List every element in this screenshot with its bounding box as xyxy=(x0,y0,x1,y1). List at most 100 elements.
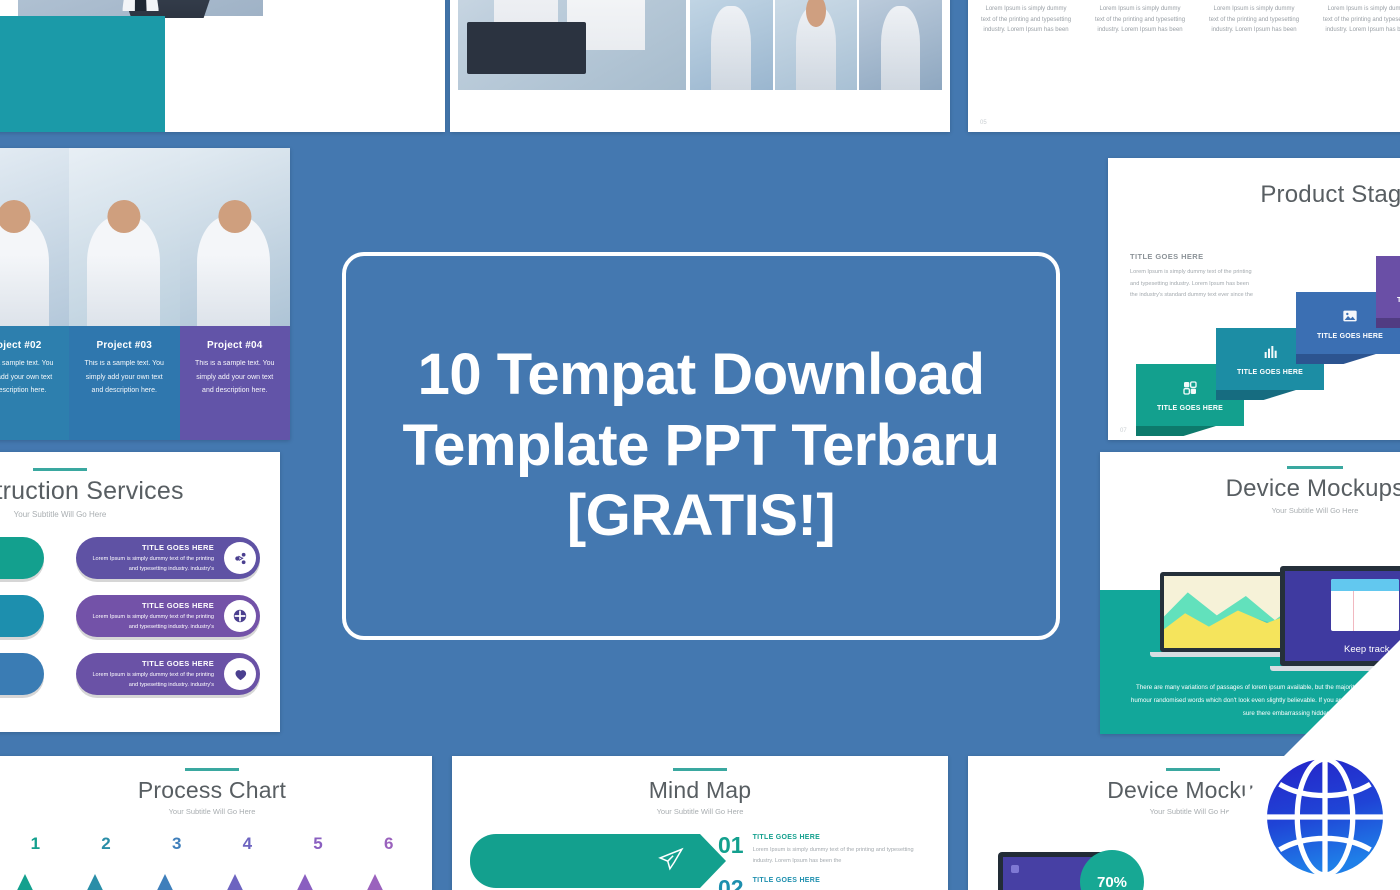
steps-page-number: 05 xyxy=(980,120,987,126)
slide-business-person xyxy=(0,0,445,132)
bar-chart-icon xyxy=(1262,344,1278,360)
process-number-4: 4 xyxy=(242,834,253,853)
process-number-6: 6 xyxy=(383,834,394,853)
share-nodes-icon xyxy=(224,542,256,574)
service-item-right-1: TITLE GOES HERE Lorem Ipsum is simply du… xyxy=(76,537,260,579)
mindmap-item-title-1: TITLE GOES HERE xyxy=(752,834,821,841)
project-photo-4 xyxy=(179,148,290,326)
stage-step-label-3: TITLE GOES HERE xyxy=(1316,333,1383,340)
process-triangle-2 xyxy=(54,874,136,890)
services-columns: TITLE GOES HERE Lorem Ipsum is simply du… xyxy=(0,537,266,695)
project-title-3: Project #03 xyxy=(96,340,153,351)
service-item-left-2: TITLE GOES HERE Lorem Ipsum is simply du… xyxy=(0,595,44,637)
stage-page-number: 07 xyxy=(1120,428,1127,434)
stage-blurb-title: TITLE GOES HERE xyxy=(1130,252,1204,261)
process-number-1: 1 xyxy=(30,834,41,853)
step-item-1: STEP 01 TITLE GOES HERE Lorem Ipsum is s… xyxy=(978,0,1074,36)
slide-concepts: Concept #01 Concept #01 Concept #03 xyxy=(450,0,950,132)
service-item-right-2: TITLE GOES HERE Lorem Ipsum is simply du… xyxy=(76,595,260,637)
project-photo-3 xyxy=(69,148,180,326)
mindmap-items: 01 TITLE GOES HERE Lorem Ipsum is simply… xyxy=(718,834,930,890)
service-title-left-2: TITLE GOES HERE xyxy=(0,601,4,610)
slide-product-stage: Product Stage Diagram Your Subtitle Will… xyxy=(1108,158,1400,440)
service-desc-right-1: Lorem Ipsum is simply dummy text of the … xyxy=(92,556,214,572)
project-cell-4: Project #04 This is a sample text. You s… xyxy=(179,148,290,440)
services-title: Construction Services xyxy=(0,477,184,505)
service-desc-left-1: Lorem Ipsum is simply dummy text of the … xyxy=(0,555,4,574)
project-caption-3: Project #03 This is a sample text. You s… xyxy=(69,326,180,440)
concept-footer xyxy=(458,90,942,124)
process-title: Process Chart xyxy=(137,777,287,803)
title-card: 10 Tempat Download Template PPT Terbaru … xyxy=(342,252,1060,640)
project-caption-2: Project #02 This is a sample text. You s… xyxy=(0,326,69,440)
process-triangle-5 xyxy=(264,874,346,890)
page-title-line-3: [GRATIS!] xyxy=(566,483,836,549)
project-title-4: Project #04 xyxy=(206,340,263,351)
concept-photo-3 xyxy=(859,0,942,90)
device-subtitle: Your Subtitle Will Go Here xyxy=(1271,506,1359,515)
concept-grid: Concept #01 Concept #01 Concept #03 xyxy=(690,0,942,90)
mindmap-number-2: 02 xyxy=(718,874,744,890)
project-desc-3: This is a sample text. You simply add yo… xyxy=(84,360,164,395)
globe-icon xyxy=(1262,754,1388,880)
service-desc-right-3: Lorem Ipsum is simply dummy text of the … xyxy=(92,672,214,688)
device-screen-caption: Keep track of your tasks xyxy=(1344,644,1400,655)
service-title-right-1: TITLE GOES HERE xyxy=(141,543,214,552)
paper-plane-icon xyxy=(658,846,684,877)
services-right-column: TITLE GOES HERE Lorem Ipsum is simply du… xyxy=(76,537,260,695)
process-triangle-4 xyxy=(194,874,276,890)
services-header: Construction Services Your Subtitle Will… xyxy=(0,468,266,519)
step-item-3: STEP 03 TITLE GOES HERE Lorem Ipsum is s… xyxy=(1206,0,1302,36)
concept-photo-2 xyxy=(774,0,858,90)
device-title: Device Mockups xyxy=(1225,475,1400,502)
process-rule xyxy=(185,768,239,771)
process-triangle-6 xyxy=(334,874,416,890)
step-item-4: STEP 04 TITLE GOES HERE Lorem Ipsum is s… xyxy=(1320,0,1400,36)
mock-rule xyxy=(1166,768,1220,771)
mindmap-header: Mind Map Your Subtitle Will Go Here xyxy=(452,768,948,816)
device-header: Device Mockups Your Subtitle Will Go Her… xyxy=(1100,452,1400,515)
page-title-line-2: Template PPT Terbaru xyxy=(402,412,1001,478)
meeting-photo xyxy=(458,0,686,90)
project-cell-3: Project #03 This is a sample text. You s… xyxy=(69,148,180,440)
slide-process-chart: Process Chart Your Subtitle Will Go Here… xyxy=(0,756,432,890)
mindmap-arrows xyxy=(470,834,700,890)
stage-subtitle: Your Subtitle Will Go Here xyxy=(1122,212,1400,221)
task-window xyxy=(1331,579,1399,631)
slide-mind-map: Mind Map Your Subtitle Will Go Here 01 T… xyxy=(452,756,948,890)
mindmap-subtitle: Your Subtitle Will Go Here xyxy=(656,807,744,816)
service-title-left-1: TITLE GOES HERE xyxy=(0,543,4,552)
mindmap-item-desc-1: Lorem Ipsum is simply dummy text of the … xyxy=(752,847,914,864)
service-desc-right-2: Lorem Ipsum is simply dummy text of the … xyxy=(92,614,214,630)
service-desc-left-3: Lorem Ipsum is simply dummy text of the … xyxy=(0,671,4,690)
project-photo-2 xyxy=(0,148,69,326)
service-title-left-3: TITLE GOES HERE xyxy=(0,659,4,668)
thumbnail-canvas: Concept #01 Concept #01 Concept #03 STEP… xyxy=(0,0,1400,890)
mindmap-title: Mind Map xyxy=(648,777,752,803)
mindmap-item-title-2: TITLE GOES HERE xyxy=(752,876,821,884)
step-desc-4: Lorem Ipsum is simply dummy text of the … xyxy=(1322,6,1400,33)
stage-stairs: TITLE GOES HERE TITLE GOES HERE TITLE GO… xyxy=(1136,256,1400,436)
project-cell-2: Project #02 This is a sample text. You s… xyxy=(0,148,69,440)
image-icon xyxy=(1342,308,1358,324)
step-desc-2: Lorem Ipsum is simply dummy text of the … xyxy=(1094,6,1186,33)
mindmap-item-1: 01 TITLE GOES HERE Lorem Ipsum is simply… xyxy=(718,834,930,867)
step-item-2: STEP 02 TITLE GOES HERE Lorem Ipsum is s… xyxy=(1092,0,1188,36)
mindmap-item-2: 02 TITLE GOES HERE Lorem Ipsum is simply… xyxy=(718,874,930,890)
slide-services: Construction Services Your Subtitle Will… xyxy=(0,452,280,732)
project-title-2: Project #02 xyxy=(0,340,42,351)
service-item-left-1: TITLE GOES HERE Lorem Ipsum is simply du… xyxy=(0,537,44,579)
projects-grid: Project #01 This is a sample text. You s… xyxy=(0,148,290,440)
step-desc-3: Lorem Ipsum is simply dummy text of the … xyxy=(1208,6,1300,33)
process-triangles xyxy=(0,858,432,890)
project-desc-2: This is a sample text. You simply add yo… xyxy=(0,360,54,395)
teal-accent-block xyxy=(0,16,165,132)
project-caption-4: Project #04 This is a sample text. You s… xyxy=(179,326,290,440)
stage-title: Product Stage Diagram xyxy=(1260,181,1400,208)
service-item-right-3: TITLE GOES HERE Lorem Ipsum is simply du… xyxy=(76,653,260,695)
process-header: Process Chart Your Subtitle Will Go Here xyxy=(0,768,432,816)
person-tie xyxy=(134,0,147,12)
services-subtitle: Your Subtitle Will Go Here xyxy=(13,510,107,519)
process-triangle-3 xyxy=(124,874,206,890)
globe-target-icon xyxy=(224,600,256,632)
